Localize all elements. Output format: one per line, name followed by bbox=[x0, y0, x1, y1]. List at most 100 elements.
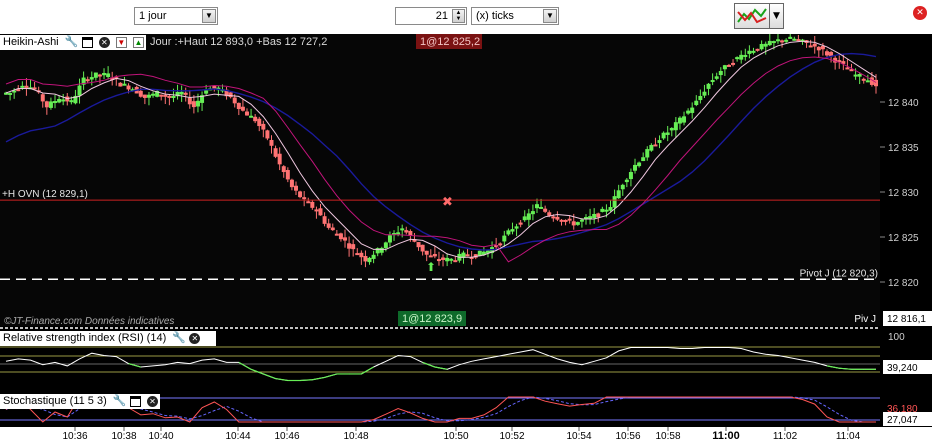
candle bbox=[44, 101, 49, 108]
chart-canvas[interactable]: 12 840 12 835 12 830 12 825 12 820 +H OVN (12… bbox=[0, 28, 932, 444]
arrow-up-icon[interactable]: ▲ bbox=[132, 36, 144, 48]
candle bbox=[24, 85, 29, 88]
candle bbox=[763, 43, 768, 47]
timeframe-select[interactable]: 1 jour ▼ bbox=[134, 7, 218, 25]
candle bbox=[151, 93, 156, 96]
main-panel-header: Heikin-Ashi 🔧 ✕ ▼ ▲ bbox=[0, 35, 146, 50]
candle bbox=[289, 179, 294, 188]
candle bbox=[106, 73, 111, 78]
candle bbox=[122, 83, 127, 86]
close-icon[interactable]: ✕ bbox=[98, 36, 110, 48]
candle bbox=[775, 39, 780, 42]
candle bbox=[543, 208, 548, 212]
candle bbox=[281, 166, 286, 173]
candle bbox=[257, 118, 262, 127]
rsi-panel-title: Relative strength index (RSI) (14) bbox=[3, 332, 167, 344]
candle bbox=[784, 39, 789, 42]
candle bbox=[539, 206, 544, 209]
candle bbox=[637, 162, 642, 167]
candle bbox=[57, 98, 62, 103]
candle bbox=[612, 196, 617, 208]
chevron-down-icon[interactable]: ▼ bbox=[543, 9, 557, 23]
rsi-axis-top: 100 bbox=[888, 332, 905, 343]
candle bbox=[97, 74, 102, 77]
candle bbox=[567, 218, 572, 221]
wrench-icon[interactable]: 🔧 bbox=[65, 36, 79, 48]
candle bbox=[649, 144, 654, 151]
spinner-icon[interactable]: ▲ ▼ bbox=[452, 9, 465, 23]
close-icon[interactable]: ✕ bbox=[189, 332, 201, 344]
price-tick-label: 12 835 bbox=[888, 143, 919, 154]
time-tick-label: 10:50 bbox=[443, 431, 468, 442]
candle bbox=[89, 77, 94, 80]
candle bbox=[677, 117, 682, 124]
candle bbox=[502, 235, 507, 242]
candle bbox=[498, 243, 503, 246]
wrench-icon[interactable]: 🔧 bbox=[172, 332, 186, 344]
candle bbox=[355, 253, 360, 256]
timeframe-value: 1 jour bbox=[139, 10, 167, 22]
wrench-icon[interactable]: 🔧 bbox=[113, 395, 127, 407]
candle bbox=[420, 244, 425, 252]
ticks-count-value: 21 bbox=[435, 10, 448, 22]
candle bbox=[334, 233, 339, 236]
chevron-down-icon[interactable]: ▼ bbox=[202, 9, 216, 23]
candle bbox=[702, 91, 707, 96]
time-tick-label: 10:56 bbox=[615, 431, 640, 442]
chevron-down-icon[interactable]: ▼ bbox=[770, 3, 784, 29]
candle bbox=[575, 222, 580, 225]
candle bbox=[102, 72, 107, 76]
candle bbox=[690, 107, 695, 113]
candle bbox=[314, 209, 319, 212]
candle bbox=[518, 222, 523, 225]
candle bbox=[163, 94, 168, 97]
time-tick-label: 10:54 bbox=[566, 431, 591, 442]
candle bbox=[563, 219, 568, 222]
candle bbox=[249, 115, 254, 118]
ticks-unit-select[interactable]: (x) ticks ▼ bbox=[471, 7, 559, 25]
close-icon[interactable]: ✕ bbox=[146, 395, 158, 407]
candle bbox=[269, 139, 274, 146]
candle bbox=[788, 36, 793, 39]
indicators-button[interactable] bbox=[734, 3, 770, 29]
candle bbox=[244, 111, 249, 116]
candle bbox=[404, 230, 409, 233]
candle bbox=[530, 211, 535, 215]
candle bbox=[588, 216, 593, 219]
candle bbox=[359, 252, 364, 258]
candle bbox=[665, 132, 670, 135]
candle bbox=[302, 197, 307, 200]
close-icon[interactable]: ✕ bbox=[913, 6, 927, 20]
candle bbox=[167, 95, 172, 98]
time-tick-label: 10:48 bbox=[343, 431, 368, 442]
candle bbox=[53, 101, 58, 104]
candle bbox=[195, 100, 200, 107]
candle bbox=[347, 243, 352, 249]
candle bbox=[874, 79, 878, 87]
candle bbox=[118, 82, 123, 87]
ticks-count-input[interactable]: 21 ▲ ▼ bbox=[395, 7, 467, 25]
window-icon[interactable] bbox=[129, 395, 141, 407]
candle bbox=[534, 204, 539, 209]
candle bbox=[424, 250, 429, 255]
chart-area[interactable]: 12 840 12 835 12 830 12 825 12 820 +H OVN (12… bbox=[0, 28, 932, 444]
arrow-down-icon[interactable]: ▼ bbox=[115, 36, 127, 48]
main-plot-bg bbox=[0, 34, 880, 326]
candle bbox=[318, 208, 323, 216]
candle bbox=[40, 94, 45, 102]
candle bbox=[445, 257, 450, 262]
candle bbox=[771, 41, 776, 44]
sell-marker: ✖ bbox=[442, 194, 453, 209]
candle bbox=[204, 90, 209, 94]
candle bbox=[146, 94, 151, 98]
candle bbox=[85, 79, 90, 82]
candle bbox=[686, 110, 691, 114]
order-bottom-label: 1@12 823,9 bbox=[402, 313, 462, 325]
candle bbox=[571, 221, 576, 226]
candle bbox=[600, 208, 605, 212]
candle bbox=[526, 213, 531, 220]
candle bbox=[694, 100, 699, 106]
window-icon[interactable] bbox=[81, 36, 93, 48]
candle bbox=[183, 92, 188, 95]
candle bbox=[865, 80, 870, 83]
